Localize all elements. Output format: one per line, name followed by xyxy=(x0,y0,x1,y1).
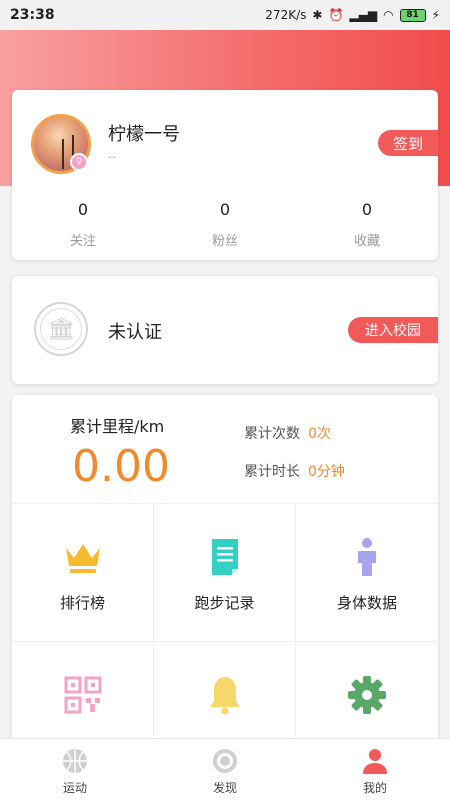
charging-icon: ⚡ xyxy=(431,8,440,22)
target-icon xyxy=(213,749,237,773)
total-count-label: 累计次数 xyxy=(244,426,300,442)
stat-following[interactable]: 0 关注 xyxy=(12,200,154,249)
total-count-value: 0次 xyxy=(308,426,331,442)
stat-favorites[interactable]: 0 收藏 xyxy=(296,200,438,249)
running-summary-card: 累计里程/km 0.00 累计次数 0次 累计时长 0分钟 排行榜 跑步记录 身… xyxy=(12,395,438,780)
total-duration-label: 累计时长 xyxy=(244,464,300,480)
bell-icon xyxy=(209,677,240,715)
grid-item-run-records[interactable]: 跑步记录 xyxy=(154,504,296,642)
stat-value: 0 xyxy=(361,200,373,219)
person-icon xyxy=(358,538,376,576)
crown-icon xyxy=(65,544,100,573)
grid-item-label: 跑步记录 xyxy=(194,594,255,612)
stat-label: 收藏 xyxy=(353,234,380,249)
basketball-icon xyxy=(63,749,87,773)
enter-campus-button[interactable]: 进入校园 xyxy=(348,317,438,343)
user-icon xyxy=(363,749,387,774)
total-duration: 累计时长 0分钟 xyxy=(244,461,345,481)
wifi-icon: ◠ xyxy=(383,8,394,22)
settings-gear-icon xyxy=(348,676,386,714)
tab-sport[interactable]: 运动 xyxy=(0,739,150,800)
profile-card: ♀ 柠檬一号 -- 签到 0 关注 0 粉丝 0 收藏 xyxy=(12,90,438,260)
stat-value: 0 xyxy=(77,200,89,219)
status-time: 23:38 xyxy=(10,7,55,23)
mileage-label: 累计里程/km xyxy=(70,417,165,436)
verification-card: 🏛 未认证 进入校园 xyxy=(12,276,438,384)
user-signature: -- xyxy=(108,150,116,163)
bottom-tab-bar: 运动 发现 我的 xyxy=(0,738,450,800)
profile-stats: 0 关注 0 粉丝 0 收藏 xyxy=(12,200,438,249)
school-seal-icon: 🏛 xyxy=(34,302,88,356)
tab-discover[interactable]: 发现 xyxy=(150,739,300,800)
tab-label: 运动 xyxy=(62,781,87,795)
total-count: 累计次数 0次 xyxy=(244,423,331,443)
signal-icon: ▂▄▆ xyxy=(349,8,378,22)
battery-icon: 81 xyxy=(399,8,426,22)
tab-label: 发现 xyxy=(212,781,237,795)
stat-label: 关注 xyxy=(69,234,96,249)
tab-label: 我的 xyxy=(362,781,387,795)
network-speed: 272K/s xyxy=(265,8,307,22)
stat-value: 0 xyxy=(219,200,231,219)
grid-item-leaderboard[interactable]: 排行榜 xyxy=(12,504,154,642)
verification-status: 未认证 xyxy=(108,322,162,343)
username: 柠檬一号 xyxy=(108,124,180,145)
stat-fans[interactable]: 0 粉丝 xyxy=(154,200,296,249)
tab-mine[interactable]: 我的 xyxy=(300,739,450,800)
alarm-icon: ⏰ xyxy=(328,8,344,22)
qr-code-icon xyxy=(64,676,101,714)
avatar-gender-icon: ♀ xyxy=(70,153,88,171)
status-icons: 272K/s ✱ ⏰ ▂▄▆ ◠ 81 ⚡ xyxy=(265,8,440,22)
sign-in-button[interactable]: 签到 xyxy=(378,130,438,156)
grid-item-body-data[interactable]: 身体数据 xyxy=(296,504,438,642)
status-bar: 23:38 272K/s ✱ ⏰ ▂▄▆ ◠ 81 ⚡ xyxy=(0,0,450,30)
grid-item-label: 身体数据 xyxy=(336,594,397,612)
total-duration-value: 0分钟 xyxy=(308,464,345,480)
document-icon xyxy=(211,539,238,575)
stat-label: 粉丝 xyxy=(211,234,238,249)
bluetooth-icon: ✱ xyxy=(312,8,323,22)
grid-item-label: 排行榜 xyxy=(59,594,105,612)
mileage-value: 0.00 xyxy=(72,441,170,492)
